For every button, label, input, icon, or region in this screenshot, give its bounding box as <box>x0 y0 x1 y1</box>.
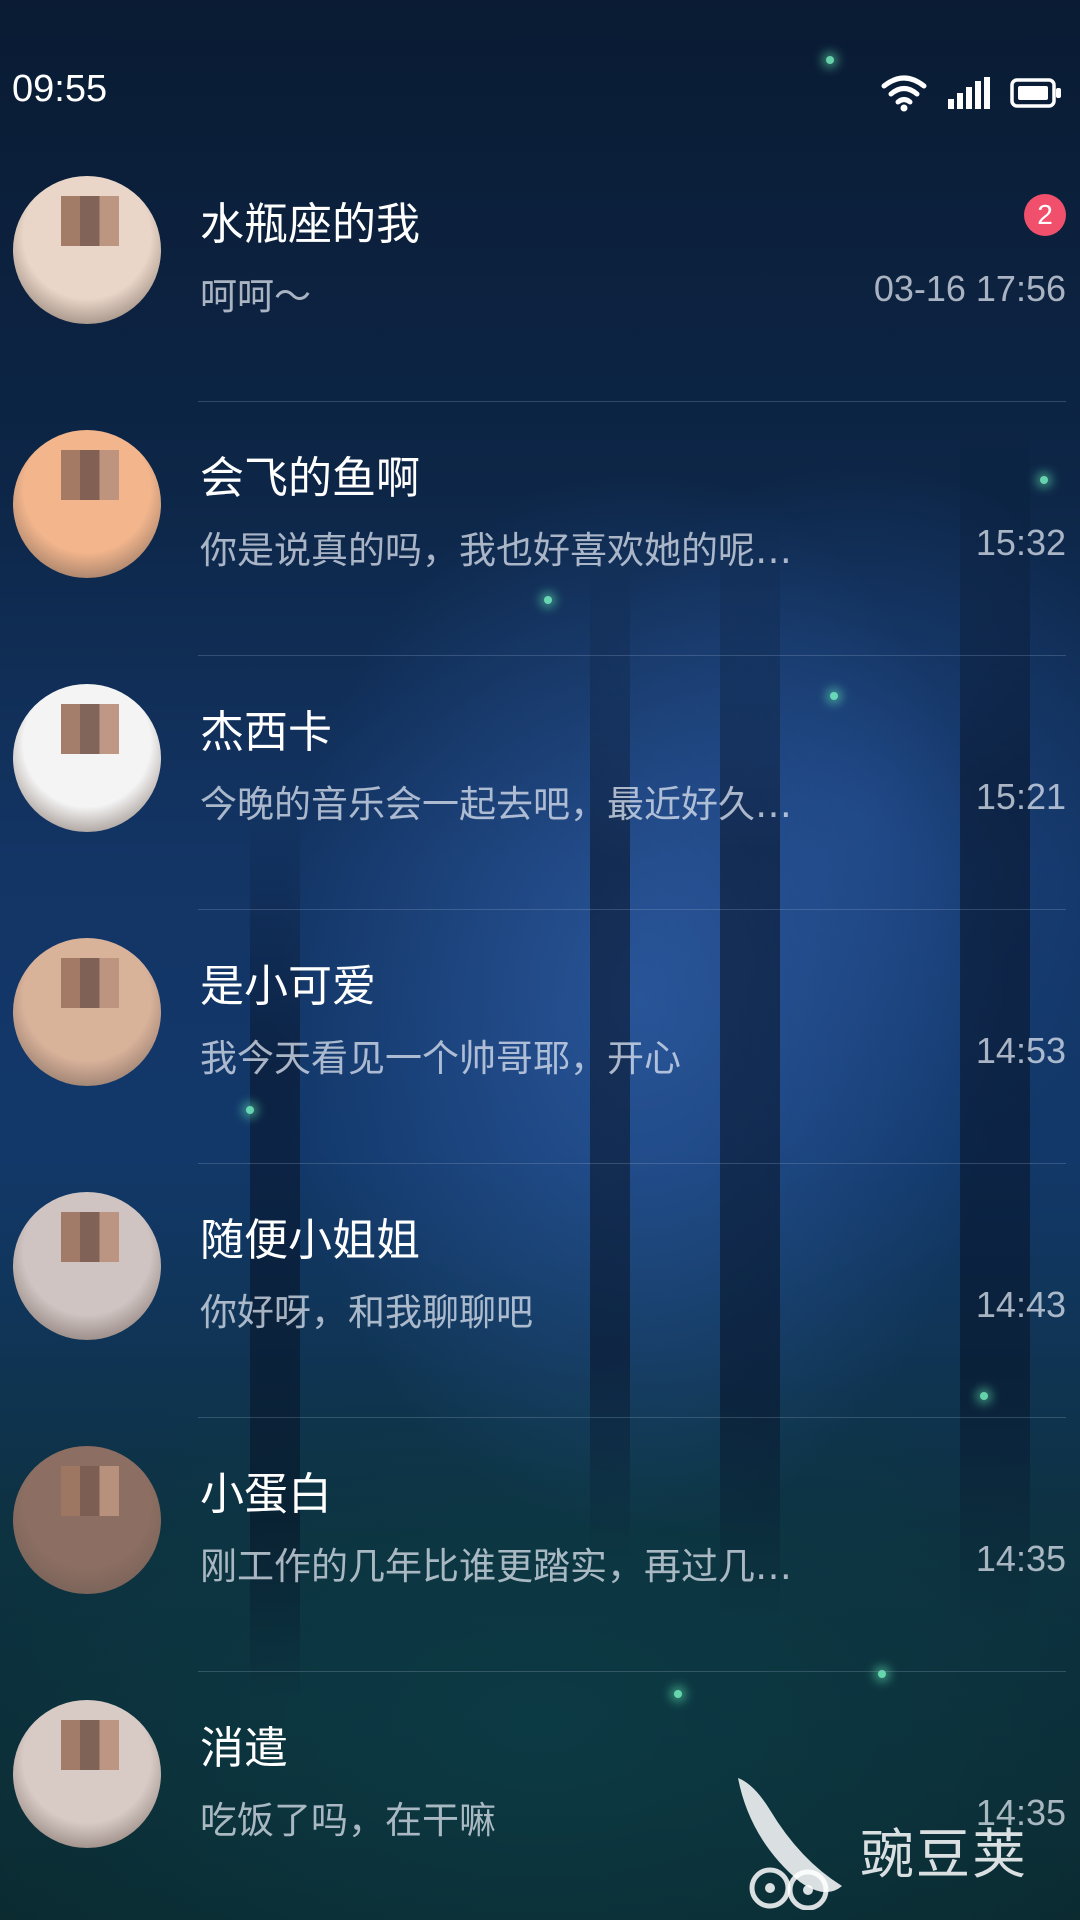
contact-name: 会飞的鱼啊 <box>200 453 420 504</box>
status-bar: 09:55 <box>0 60 1080 120</box>
message-time: 15:32 <box>975 522 1066 563</box>
contact-name: 是小可爱 <box>200 961 376 1012</box>
contact-name: 小蛋白 <box>200 1469 332 1520</box>
chat-row[interactable]: 随便小姐姐 你好呀，和我聊聊吧 14:43 <box>0 1164 1080 1418</box>
message-time: 14:53 <box>975 1030 1066 1071</box>
cellular-signal-icon <box>948 77 990 113</box>
avatar[interactable] <box>13 1192 161 1340</box>
contact-name: 杰西卡 <box>200 707 332 758</box>
chat-row[interactable]: 是小可爱 我今天看见一个帅哥耶，开心 14:53 <box>0 910 1080 1164</box>
message-preview: 刚工作的几年比谁更踏实，再过几… <box>200 1545 792 1588</box>
message-preview: 我今天看见一个帅哥耶，开心 <box>200 1037 681 1080</box>
censor-mosaic <box>61 450 119 500</box>
contact-name: 随便小姐姐 <box>200 1215 420 1266</box>
unread-badge: 2 <box>1024 194 1066 236</box>
status-time: 09:55 <box>12 68 108 110</box>
status-icons <box>880 74 1062 116</box>
contact-name: 水瓶座的我 <box>200 199 420 250</box>
avatar[interactable] <box>13 684 161 832</box>
censor-mosaic <box>61 196 119 246</box>
avatar[interactable] <box>13 938 161 1086</box>
chat-list-screen: 09:55 水瓶座的我 呵呵～ 2 03-16 17:56 会飞的鱼啊 你是说真… <box>0 0 1080 1920</box>
message-preview: 呵呵～ <box>200 275 311 318</box>
message-time: 03-16 17:56 <box>873 268 1066 309</box>
avatar[interactable] <box>13 1446 161 1594</box>
message-preview: 你是说真的吗，我也好喜欢她的呢… <box>200 529 792 572</box>
censor-mosaic <box>61 1212 119 1262</box>
censor-mosaic <box>61 704 119 754</box>
chat-row[interactable]: 会飞的鱼啊 你是说真的吗，我也好喜欢她的呢… 15:32 <box>0 402 1080 656</box>
message-preview: 吃饭了吗，在干嘛 <box>200 1799 496 1842</box>
battery-icon <box>1010 78 1062 112</box>
message-preview: 今晚的音乐会一起去吧，最近好久… <box>200 783 792 826</box>
watermark-text: 豌豆荚 <box>860 1823 1028 1886</box>
chat-row[interactable]: 杰西卡 今晚的音乐会一起去吧，最近好久… 15:21 <box>0 656 1080 910</box>
message-time: 15:21 <box>975 776 1066 817</box>
censor-mosaic <box>61 1466 119 1516</box>
chat-row[interactable]: 小蛋白 刚工作的几年比谁更踏实，再过几… 14:35 <box>0 1418 1080 1672</box>
chat-list: 水瓶座的我 呵呵～ 2 03-16 17:56 会飞的鱼啊 你是说真的吗，我也好… <box>0 148 1080 1920</box>
chat-row[interactable]: 水瓶座的我 呵呵～ 2 03-16 17:56 <box>0 148 1080 402</box>
avatar[interactable] <box>13 430 161 578</box>
wifi-icon <box>880 74 928 116</box>
message-preview: 你好呀，和我聊聊吧 <box>200 1291 533 1334</box>
censor-mosaic <box>61 958 119 1008</box>
watermark: 豌豆荚 <box>730 1770 1060 1910</box>
contact-name: 消遣 <box>200 1723 288 1774</box>
message-time: 14:43 <box>975 1284 1066 1325</box>
avatar[interactable] <box>13 1700 161 1848</box>
message-time: 14:35 <box>975 1538 1066 1579</box>
censor-mosaic <box>61 1720 119 1770</box>
avatar[interactable] <box>13 176 161 324</box>
